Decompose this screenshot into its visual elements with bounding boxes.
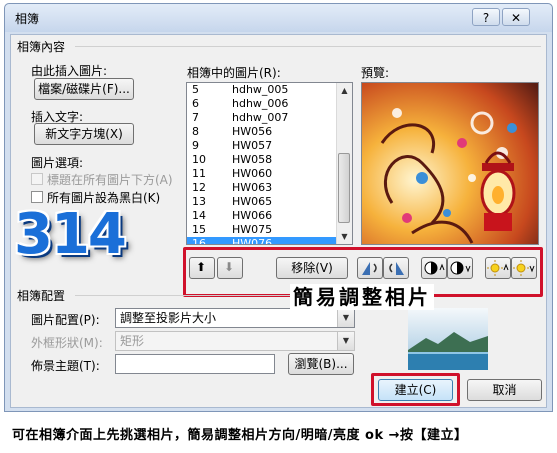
list-item-number: 6 [192, 97, 199, 110]
list-item-number: 12 [192, 181, 206, 194]
list-item-name: HW075 [232, 223, 273, 236]
scroll-down-arrow-icon[interactable]: ▼ [337, 229, 352, 244]
album-layout-group-label: 相簿配置 [17, 289, 66, 303]
theme-input[interactable] [115, 354, 275, 374]
rotate-right-button[interactable] [383, 257, 409, 279]
list-item-name: HW076 [232, 237, 273, 245]
contrast-down-icon [450, 261, 471, 275]
annotation-label: 簡易調整相片 [290, 284, 434, 310]
frame-shape-value: 矩形 [120, 334, 145, 348]
rotate-left-button[interactable] [357, 257, 383, 279]
preview-label: 預覽: [361, 66, 390, 80]
list-item-number: 8 [192, 125, 199, 138]
list-item[interactable]: 8 HW056 [187, 125, 339, 139]
picture-layout-value: 調整至投影片大小 [120, 311, 217, 325]
list-item-number: 9 [192, 139, 199, 152]
list-item-name: hdhw_006 [232, 97, 289, 110]
picture-layout-select[interactable]: 調整至投影片大小 ▼ [115, 308, 355, 328]
list-item-number: 14 [192, 209, 206, 222]
list-item[interactable]: 12 HW063 [187, 181, 339, 195]
scroll-thumb[interactable] [338, 153, 350, 223]
brightness-up-icon [487, 260, 509, 276]
pictures-listbox[interactable]: 5 hdhw_005 6 hdhw_006 7 hdhw_007 8 HW056 9 HW057 1… [186, 82, 353, 245]
list-item-name: HW057 [232, 139, 273, 152]
list-item[interactable]: 9 HW057 [187, 139, 339, 153]
list-item[interactable]: 16 HW076 [187, 237, 339, 245]
frame-shape-label: 外框形狀(M): [31, 336, 103, 350]
list-item-number: 11 [192, 167, 206, 180]
list-item-name: hdhw_007 [232, 111, 289, 124]
list-item-name: HW066 [232, 209, 273, 222]
list-item[interactable]: 15 HW075 [187, 223, 339, 237]
group-divider [75, 46, 541, 47]
rotate-right-icon [389, 262, 404, 275]
chevron-down-icon[interactable]: ▼ [337, 309, 354, 327]
browse-button[interactable]: 瀏覽(B)... [288, 353, 354, 375]
list-item-number: 7 [192, 111, 199, 124]
move-up-button[interactable]: ⬆ [189, 257, 215, 279]
brightness-down-icon [513, 260, 535, 276]
title-bar: 相簿 ? ✕ [5, 4, 552, 32]
list-item-number: 5 [192, 83, 199, 96]
list-item[interactable]: 10 HW058 [187, 153, 339, 167]
list-item-name: HW065 [232, 195, 273, 208]
file-disk-button[interactable]: 檔案/磁碟片(F)... [34, 78, 134, 100]
up-arrow-icon: ⬆ [196, 260, 207, 274]
create-button[interactable]: 建立(C) [378, 379, 453, 401]
pictures-list-label: 相簿中的圖片(R): [187, 66, 281, 80]
layout-group-divider [75, 295, 295, 296]
preview-image [361, 82, 539, 245]
chevron-down-icon[interactable]: ▼ [337, 332, 354, 350]
album-contents-group-label: 相簿內容 [17, 40, 66, 54]
landscape-thumbnail [408, 308, 488, 370]
list-scrollbar[interactable]: ▲ ▼ [336, 83, 352, 244]
frame-shape-select[interactable]: 矩形 ▼ [115, 331, 355, 351]
list-item[interactable]: 13 HW065 [187, 195, 339, 209]
remove-button[interactable]: 移除(V) [276, 257, 348, 279]
scroll-up-arrow-icon[interactable]: ▲ [337, 83, 352, 98]
list-item-name: HW060 [232, 167, 273, 180]
new-textbox-button[interactable]: 新文字方塊(X) [34, 123, 134, 145]
list-item[interactable]: 5 hdhw_005 [187, 83, 339, 97]
badge-314: 314 [14, 202, 127, 267]
list-item-name: HW056 [232, 125, 273, 138]
list-item-name: HW063 [232, 181, 273, 194]
list-item[interactable]: 11 HW060 [187, 167, 339, 181]
list-item-name: HW058 [232, 153, 273, 166]
list-item-number: 15 [192, 223, 206, 236]
bottom-caption: 可在相簿介面上先挑選相片，簡易調整相片方向/明暗/亮度 ok →按【建立】 [12, 428, 468, 443]
cancel-button[interactable]: 取消 [467, 379, 542, 401]
preview-artwork [362, 83, 538, 244]
picture-layout-label: 圖片配置(P): [31, 313, 100, 327]
caption-below-label: 標題在所有圖片下方(A) [47, 173, 173, 187]
picture-options-label: 圖片選項: [31, 156, 84, 170]
layout-preview-image [408, 308, 488, 370]
decrease-contrast-button[interactable] [447, 257, 473, 279]
list-item-number: 16 [192, 237, 206, 245]
insert-from-label: 由此插入圖片: [31, 64, 108, 78]
help-button[interactable]: ? [472, 8, 500, 26]
rotate-left-icon [362, 262, 377, 275]
theme-label: 佈景主題(T): [31, 359, 100, 373]
list-item[interactable]: 14 HW066 [187, 209, 339, 223]
increase-brightness-button[interactable] [485, 257, 511, 279]
list-item-name: hdhw_005 [232, 83, 289, 96]
caption-below-checkbox[interactable] [31, 173, 43, 185]
down-arrow-icon: ⬇ [224, 260, 235, 274]
move-down-button[interactable]: ⬇ [217, 257, 243, 279]
list-item-number: 10 [192, 153, 206, 166]
list-item[interactable]: 7 hdhw_007 [187, 111, 339, 125]
contrast-up-icon [424, 261, 445, 275]
list-item-number: 13 [192, 195, 206, 208]
close-button[interactable]: ✕ [502, 8, 530, 26]
dialog-title: 相簿 [15, 12, 40, 26]
increase-contrast-button[interactable] [421, 257, 447, 279]
decrease-brightness-button[interactable] [511, 257, 537, 279]
list-item[interactable]: 6 hdhw_006 [187, 97, 339, 111]
